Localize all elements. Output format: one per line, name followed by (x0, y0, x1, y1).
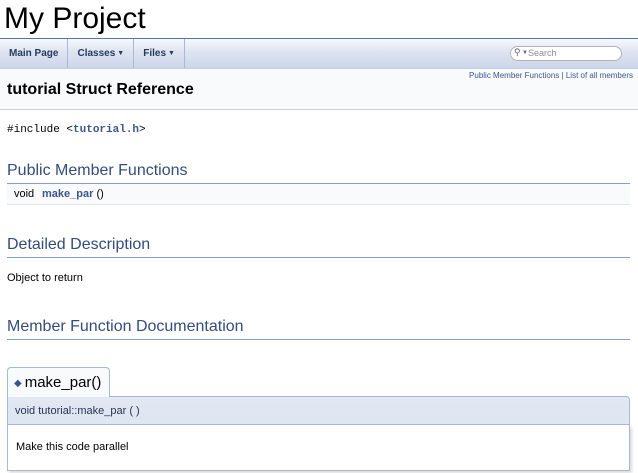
include-prefix: #include < (7, 124, 74, 136)
heading-detailed-description: Detailed Description (7, 236, 630, 258)
include-line: #include <tutorial.h> (7, 124, 146, 136)
project-name: My Project (4, 2, 146, 35)
member-doc-body: Make this code parallel (7, 425, 630, 471)
diamond-icon: ◆ (14, 378, 22, 389)
tab-files-label: Files (143, 48, 167, 59)
member-doc-title-text: make_par() (24, 374, 102, 391)
member-return-type: void (14, 188, 35, 200)
caret-down-icon: ▼ (117, 50, 125, 57)
link-public-member-functions[interactable]: Public Member Functions (469, 71, 559, 80)
include-file-link[interactable]: tutorial.h (73, 124, 139, 136)
search-input[interactable]: ⚲ ▼ Search (510, 46, 622, 61)
tab-main-page[interactable]: Main Page (0, 39, 69, 68)
nav-bar: Main Page Classes ▼ Files ▼ ⚲ ▼ Search (0, 39, 638, 69)
tab-classes-label: Classes (77, 48, 116, 59)
title-area: My Project (0, 0, 638, 39)
tab-files[interactable]: Files ▼ (134, 39, 185, 68)
heading-member-function-documentation: Member Function Documentation (7, 318, 630, 340)
page-title: tutorial Struct Reference (7, 81, 194, 98)
search-placeholder: Search (528, 48, 557, 58)
summary-separator: | (561, 71, 564, 80)
search-icon[interactable]: ⚲ (514, 46, 521, 59)
member-prototype: void tutorial::make_par ( ) (7, 396, 630, 425)
member-doc-text: Make this code parallel (16, 441, 129, 453)
member-doc-title: ◆ make_par() (7, 367, 110, 397)
heading-public-member-functions: Public Member Functions (7, 162, 630, 184)
member-args: () (96, 188, 104, 200)
link-list-of-all-members[interactable]: List of all members (566, 71, 633, 80)
detailed-description-text: Object to return (7, 272, 83, 284)
caret-down-icon: ▼ (168, 50, 175, 57)
summary-links: Public Member Functions | List of all me… (469, 71, 633, 80)
page-header: Public Member Functions | List of all me… (0, 69, 638, 110)
member-row: void make_par () (7, 184, 630, 205)
tab-main-page-label: Main Page (9, 48, 59, 59)
member-link-make-par[interactable]: make_par (42, 188, 93, 200)
include-suffix: > (139, 124, 146, 136)
tab-classes[interactable]: Classes ▼ (68, 39, 135, 68)
